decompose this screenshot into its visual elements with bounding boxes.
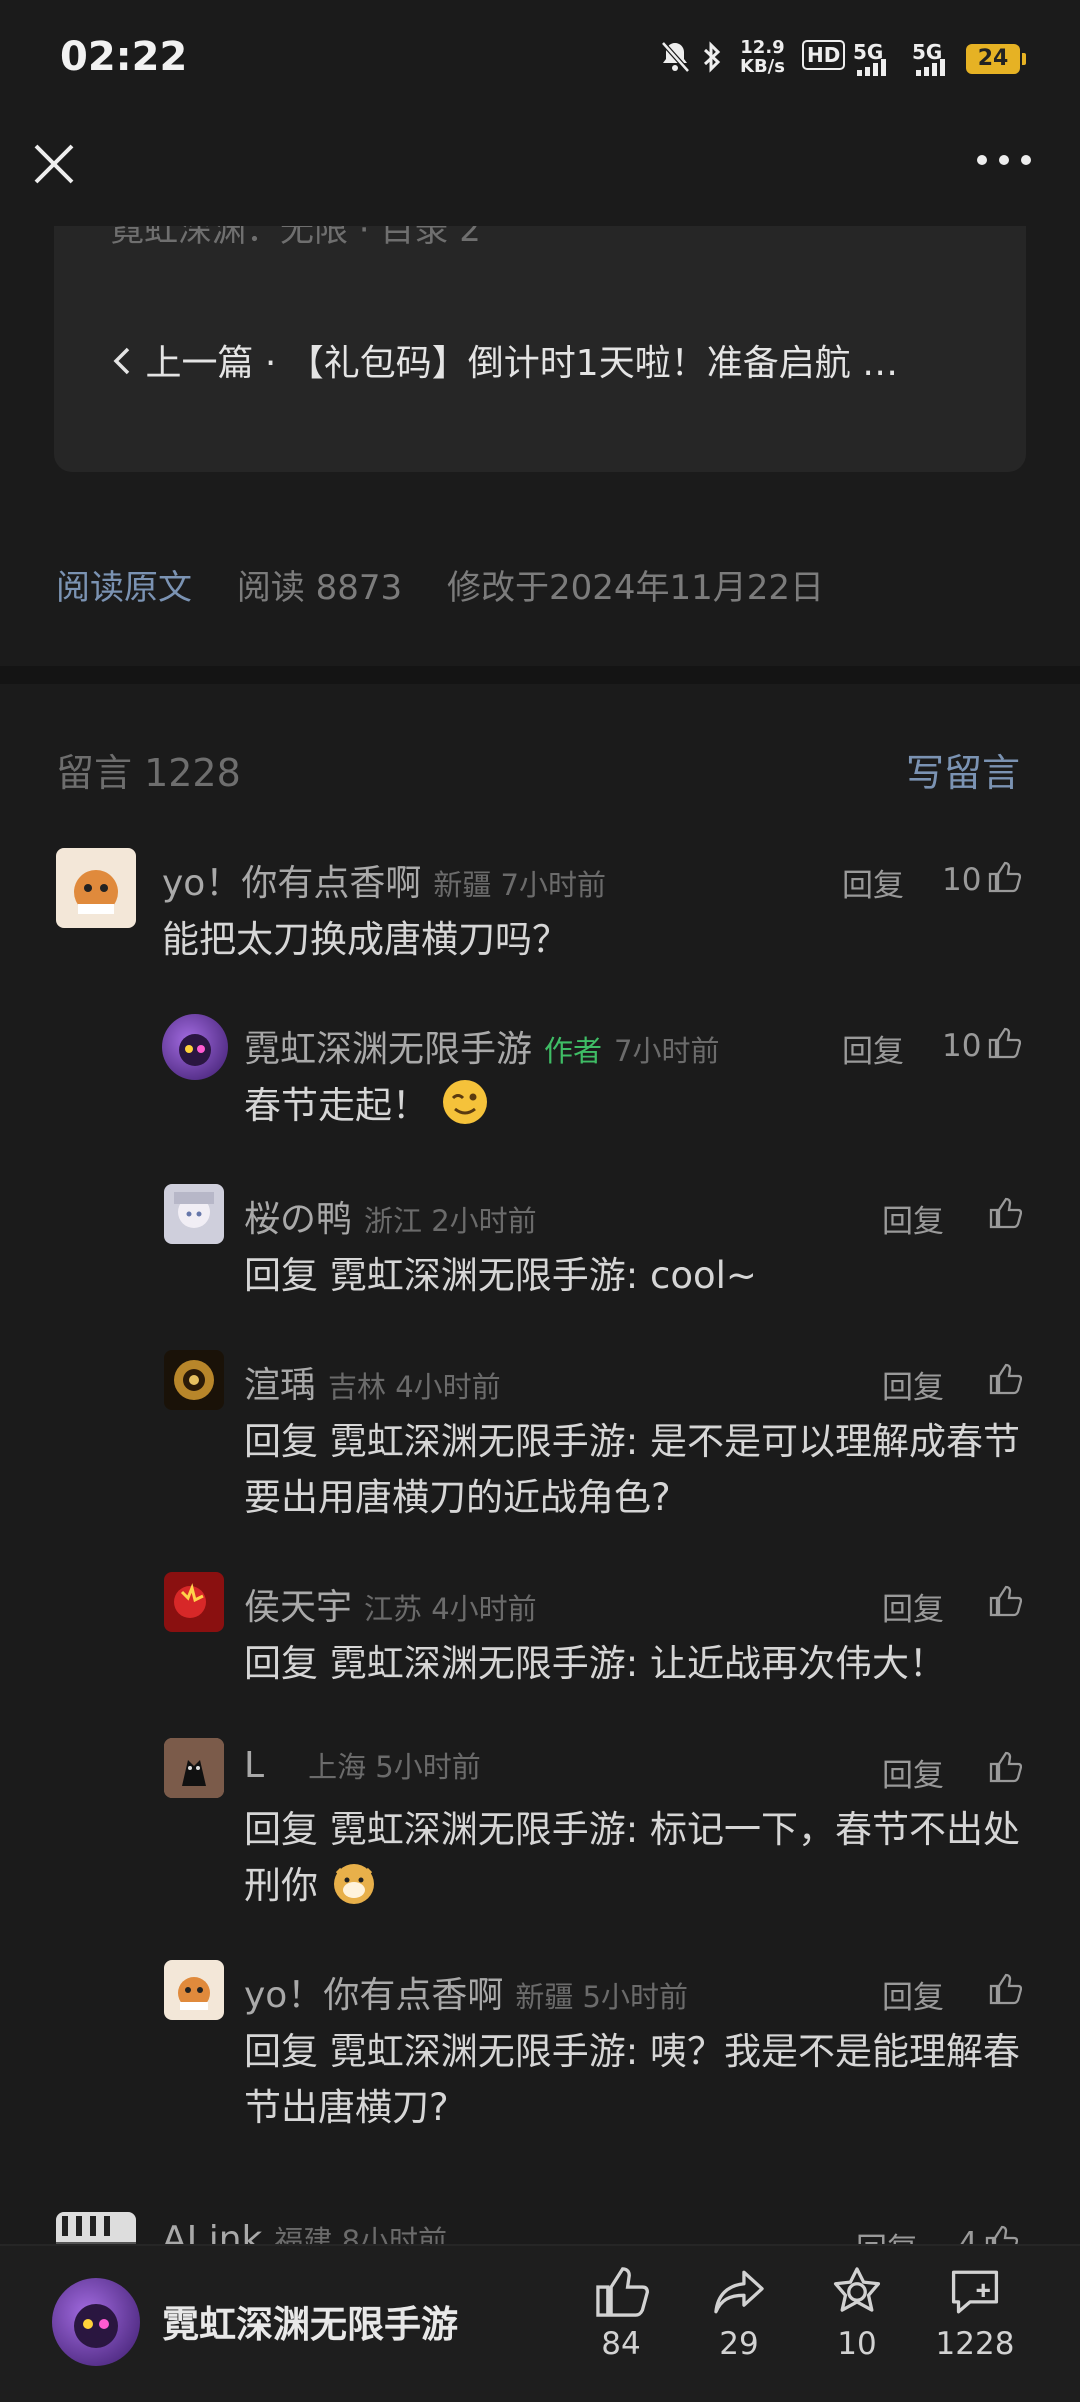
previous-article-title: 上一篇 · 【礼包码】倒计时1天啦！准备启航 … [145, 343, 899, 384]
read-count: 阅读 8873 [236, 568, 403, 608]
reply-button[interactable]: 回复 [842, 860, 904, 905]
section-divider [0, 666, 1080, 684]
signal-bars-icon-2 [916, 58, 956, 80]
comment-meta: 浙江 2小时前 [364, 1204, 537, 1238]
comment-meta: 吉林 4小时前 [328, 1370, 501, 1404]
avatar[interactable] [164, 1350, 224, 1410]
battery-indicator: 24 [966, 44, 1026, 74]
thumb-up-icon [989, 861, 1022, 893]
like-count: 10 [942, 862, 982, 898]
read-original-link[interactable]: 阅读原文 [56, 568, 192, 608]
thumb-up-icon [989, 1751, 1022, 1783]
comment-text: 回复 霓虹深渊无限手游: 让近战再次伟大！ [244, 1642, 946, 1685]
chevron-left-icon [110, 343, 134, 388]
write-comment-button[interactable]: 写留言 [906, 742, 1020, 797]
status-bar: 02:22 12.9 KB/s HD 5G 5G 24 [0, 0, 1080, 120]
network-speed: 12.9 KB/s [740, 37, 785, 77]
comment-meta: 上海 5小时前 [308, 1750, 481, 1784]
comment-meta: 7小时前 [614, 1034, 720, 1068]
cut-off-text: 霓虹深渊：无限 · 目录 2 [110, 226, 481, 250]
close-icon [34, 144, 74, 184]
share-icon [714, 2270, 764, 2314]
reply-button[interactable]: 回复 [882, 1196, 944, 1241]
like-button[interactable] [982, 1196, 1022, 1234]
comment-nick[interactable]: 侯天宇 江苏 4小时前 [244, 1578, 537, 1630]
avatar[interactable] [164, 1738, 224, 1798]
comment-nick[interactable]: L 上海 5小时前 [244, 1744, 481, 1786]
doge-emoji-icon [330, 1858, 378, 1922]
comment-text-row: 春节走起！ [244, 1078, 1024, 1142]
more-icon [977, 155, 1031, 165]
comment-text: 春节走起！ [244, 1084, 429, 1127]
avatar[interactable] [162, 1014, 228, 1080]
comment-text-row: 回复 霓虹深渊无限手游: 标记一下，春节不出处刑你 [244, 1802, 1024, 1922]
wow-button[interactable]: 10 [812, 2264, 902, 2362]
comment-add-icon [951, 2270, 999, 2314]
comment-meta: 新疆 5小时前 [515, 1980, 689, 2014]
thumb-up-icon [989, 1197, 1022, 1229]
comment-nick[interactable]: yo！你有点香啊 新疆 5小时前 [244, 1966, 688, 2018]
like-count: 10 [942, 1028, 982, 1064]
wow-count: 10 [837, 2326, 877, 2362]
avatar[interactable] [164, 1572, 224, 1632]
comment-text: 回复 霓虹深渊无限手游: 是不是可以理解成春节要出用唐横刀的近战角色? [244, 1420, 1020, 1519]
thumb-up-icon [989, 1585, 1022, 1617]
like-article-button[interactable]: 84 [576, 2264, 666, 2362]
bluetooth-icon [700, 40, 724, 81]
thumb-up-icon [989, 1027, 1022, 1059]
share-button[interactable]: 29 [694, 2264, 784, 2362]
comment-meta: 江苏 4小时前 [364, 1592, 537, 1626]
share-count: 29 [719, 2326, 759, 2362]
comment-text: 回复 霓虹深渊无限手游: 咦？我是不是能理解春节出唐横刀? [244, 2030, 1020, 2129]
article-nav-card: 霓虹深渊：无限 · 目录 2 上一篇 · 【礼包码】倒计时1天啦！准备启航 … [54, 226, 1026, 472]
thumb-up-icon [989, 1973, 1022, 2005]
reply-button[interactable]: 回复 [882, 1750, 944, 1795]
like-button[interactable] [982, 1584, 1022, 1622]
like-button[interactable]: 10 [942, 860, 1022, 898]
reply-button[interactable]: 回复 [882, 1972, 944, 2017]
comment-text: 能把太刀换成唐横刀吗？ [162, 918, 569, 961]
previous-article-link[interactable]: 上一篇 · 【礼包码】倒计时1天啦！准备启航 … [110, 334, 898, 388]
account-avatar[interactable] [52, 2278, 140, 2366]
avatar[interactable] [164, 1960, 224, 2020]
avatar[interactable] [56, 848, 136, 928]
more-button[interactable] [972, 138, 1036, 182]
comments-title: 留言 1228 [56, 751, 241, 795]
comment-nick[interactable]: yo！你有点香啊 新疆 7小时前 [162, 854, 606, 906]
bottom-action-bar: 霓虹深渊无限手游 84 29 10 1228 [0, 2244, 1080, 2402]
wink-emoji-icon [441, 1078, 489, 1142]
like-button[interactable] [982, 1972, 1022, 2010]
like-button[interactable]: 10 [942, 1026, 1022, 1064]
mute-icon [660, 40, 690, 81]
close-button[interactable] [28, 130, 80, 190]
reply-button[interactable]: 回复 [882, 1584, 944, 1629]
comment-text: 回复 霓虹深渊无限手游: cool~ [244, 1254, 757, 1297]
thumb-up-icon [989, 1363, 1022, 1395]
avatar[interactable] [164, 1184, 224, 1244]
comment-meta: 新疆 7小时前 [433, 868, 607, 902]
comment-count: 1228 [935, 2326, 1015, 2362]
status-time: 02:22 [60, 34, 188, 80]
like-button[interactable] [982, 1362, 1022, 1400]
like-count: 84 [601, 2326, 641, 2362]
comment-nick[interactable]: 桜の鸭 浙江 2小时前 [244, 1190, 537, 1242]
thumb-up-icon [596, 2267, 649, 2317]
modified-date: 修改于2024年11月22日 [446, 568, 825, 608]
article-meta: 阅读原文 阅读 8873 修改于2024年11月22日 [56, 560, 824, 609]
like-button[interactable] [982, 1750, 1022, 1788]
comment-button[interactable]: 1228 [930, 2264, 1020, 2362]
comment-nick[interactable]: 渲瑀 吉林 4小时前 [244, 1356, 501, 1408]
account-name[interactable]: 霓虹深渊无限手游 [162, 2294, 458, 2348]
hd-icon: HD [802, 40, 846, 70]
reply-button[interactable]: 回复 [842, 1026, 904, 1071]
reply-button[interactable]: 回复 [882, 1362, 944, 1407]
comment-nick[interactable]: 霓虹深渊无限手游 作者 7小时前 [244, 1020, 719, 1072]
flower-icon [833, 2267, 881, 2312]
author-badge: 作者 [544, 1034, 603, 1068]
signal-bars-icon [857, 58, 897, 80]
